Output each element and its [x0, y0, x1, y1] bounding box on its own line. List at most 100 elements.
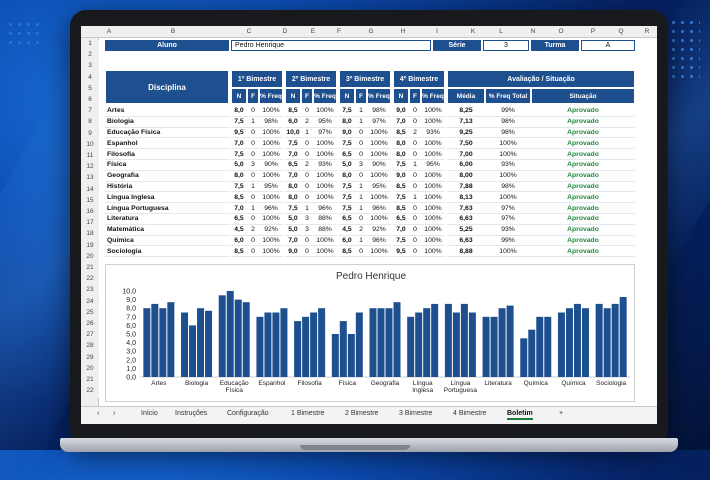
grade-cell[interactable]: 100% — [259, 171, 283, 182]
situacao-header[interactable]: Situação — [531, 88, 635, 104]
column-header[interactable]: R — [639, 28, 655, 35]
grade-cell[interactable]: 7,5 — [231, 182, 247, 193]
grade-cell[interactable]: 0 — [409, 214, 421, 225]
grade-cell[interactable]: 7,0 — [285, 149, 301, 160]
grade-cell[interactable]: 1 — [409, 192, 421, 204]
grade-cell[interactable]: 90% — [367, 160, 391, 171]
grade-cell[interactable]: 7,0 — [285, 236, 301, 247]
grade-cell[interactable]: 97% — [485, 214, 531, 225]
row-number[interactable]: 9 — [81, 129, 99, 141]
grade-cell[interactable]: 6,63 — [447, 236, 485, 247]
grade-cell[interactable]: 0 — [301, 138, 313, 150]
subject-cell[interactable]: Língua Inglesa — [105, 192, 229, 204]
tab-scroll-right[interactable]: › — [113, 410, 115, 417]
grade-cell[interactable]: 7,5 — [339, 203, 355, 214]
grade-cell[interactable]: 98% — [259, 117, 283, 128]
grade-cell[interactable]: 93% — [485, 160, 531, 171]
subheader[interactable]: F — [301, 88, 313, 104]
grade-cell[interactable]: 0 — [355, 128, 367, 139]
status-cell[interactable]: Aprovado — [531, 117, 635, 128]
status-cell[interactable]: Aprovado — [531, 236, 635, 247]
grade-cell[interactable]: 100% — [313, 149, 337, 160]
status-cell[interactable]: Aprovado — [531, 171, 635, 182]
row-number[interactable]: 23 — [81, 286, 99, 298]
grade-cell[interactable]: 6,0 — [285, 117, 301, 128]
row-number[interactable]: 6 — [81, 96, 99, 107]
grade-cell[interactable]: 7,0 — [393, 225, 409, 236]
grade-cell[interactable]: 4,5 — [231, 225, 247, 236]
subject-cell[interactable]: Língua Portuguesa — [105, 203, 229, 214]
grade-cell[interactable]: 1 — [355, 203, 367, 214]
subheader[interactable]: F — [409, 88, 421, 104]
grade-cell[interactable]: 100% — [259, 192, 283, 204]
grade-cell[interactable]: 7,88 — [447, 182, 485, 193]
column-header[interactable]: C — [241, 28, 257, 35]
subject-cell[interactable]: Literatura — [105, 214, 229, 225]
row-number[interactable]: 24 — [81, 297, 99, 309]
grade-cell[interactable]: 0 — [409, 246, 421, 258]
grade-cell[interactable]: 100% — [313, 171, 337, 182]
bimestre-header[interactable]: 2º Bimestre — [285, 70, 337, 88]
grade-cell[interactable]: 100% — [421, 138, 445, 150]
grade-cell[interactable]: 7,0 — [231, 138, 247, 150]
grade-cell[interactable]: 0 — [301, 182, 313, 193]
grade-cell[interactable]: 95% — [367, 182, 391, 193]
grade-cell[interactable]: 5,0 — [231, 160, 247, 171]
status-cell[interactable]: Aprovado — [531, 192, 635, 204]
grade-cell[interactable]: 3 — [355, 160, 367, 171]
status-cell[interactable]: Aprovado — [531, 149, 635, 160]
aluno-field[interactable]: Pedro Henrique — [231, 40, 431, 51]
grade-cell[interactable]: 0 — [409, 203, 421, 214]
status-cell[interactable]: Aprovado — [531, 203, 635, 214]
grade-cell[interactable]: 3 — [301, 214, 313, 225]
grade-cell[interactable]: 100% — [421, 192, 445, 204]
grade-cell[interactable]: 0 — [247, 192, 259, 204]
grade-cell[interactable]: 96% — [367, 236, 391, 247]
grade-cell[interactable]: 100% — [421, 203, 445, 214]
sheet-tab[interactable]: 1 Bimestre — [291, 410, 324, 417]
grade-cell[interactable]: 100% — [367, 192, 391, 204]
grade-cell[interactable]: 0 — [409, 236, 421, 247]
sheet-tab[interactable]: 4 Bimestre — [453, 410, 486, 417]
row-number[interactable]: 29 — [81, 353, 99, 365]
grade-cell[interactable]: 92% — [367, 225, 391, 236]
row-number[interactable]: 27 — [81, 331, 99, 343]
row-number[interactable]: 22 — [81, 387, 99, 399]
grade-cell[interactable]: 100% — [421, 214, 445, 225]
subject-cell[interactable]: Espanhol — [105, 138, 229, 150]
row-number[interactable]: 21 — [81, 264, 99, 275]
grade-cell[interactable]: 93% — [485, 225, 531, 236]
row-number[interactable]: 28 — [81, 342, 99, 354]
row-number[interactable]: 15 — [81, 196, 99, 208]
column-header[interactable]: G — [363, 28, 379, 35]
bimestre-header[interactable]: 3º Bimestre — [339, 70, 391, 88]
grade-cell[interactable]: 0 — [355, 149, 367, 160]
grade-cell[interactable]: 100% — [313, 192, 337, 204]
grade-cell[interactable]: 98% — [367, 106, 391, 117]
subject-cell[interactable]: Biologia — [105, 117, 229, 128]
grade-cell[interactable]: 1 — [355, 236, 367, 247]
grade-cell[interactable]: 7,0 — [285, 171, 301, 182]
grade-cell[interactable]: 100% — [367, 214, 391, 225]
grade-cell[interactable]: 10,0 — [285, 128, 301, 139]
grade-cell[interactable]: 8,25 — [447, 106, 485, 117]
subject-cell[interactable]: História — [105, 182, 229, 193]
grade-cell[interactable]: 0 — [409, 149, 421, 160]
grade-cell[interactable]: 9,5 — [231, 128, 247, 139]
grade-cell[interactable]: 3 — [247, 160, 259, 171]
subheader[interactable]: % Freq — [367, 88, 391, 104]
grade-cell[interactable]: 7,5 — [285, 203, 301, 214]
subheader[interactable]: N — [231, 88, 247, 104]
turma-field[interactable]: A — [581, 40, 635, 51]
grade-cell[interactable]: 0 — [247, 138, 259, 150]
grade-cell[interactable]: 100% — [421, 117, 445, 128]
column-header[interactable]: N — [525, 28, 541, 35]
grade-cell[interactable]: 1 — [247, 182, 259, 193]
grade-cell[interactable]: 7,0 — [393, 117, 409, 128]
grade-cell[interactable]: 100% — [485, 171, 531, 182]
column-header[interactable]: D — [277, 28, 293, 35]
grade-cell[interactable]: 8,0 — [231, 171, 247, 182]
grade-cell[interactable]: 9,0 — [393, 171, 409, 182]
grade-cell[interactable]: 6,0 — [231, 236, 247, 247]
status-cell[interactable]: Aprovado — [531, 214, 635, 225]
